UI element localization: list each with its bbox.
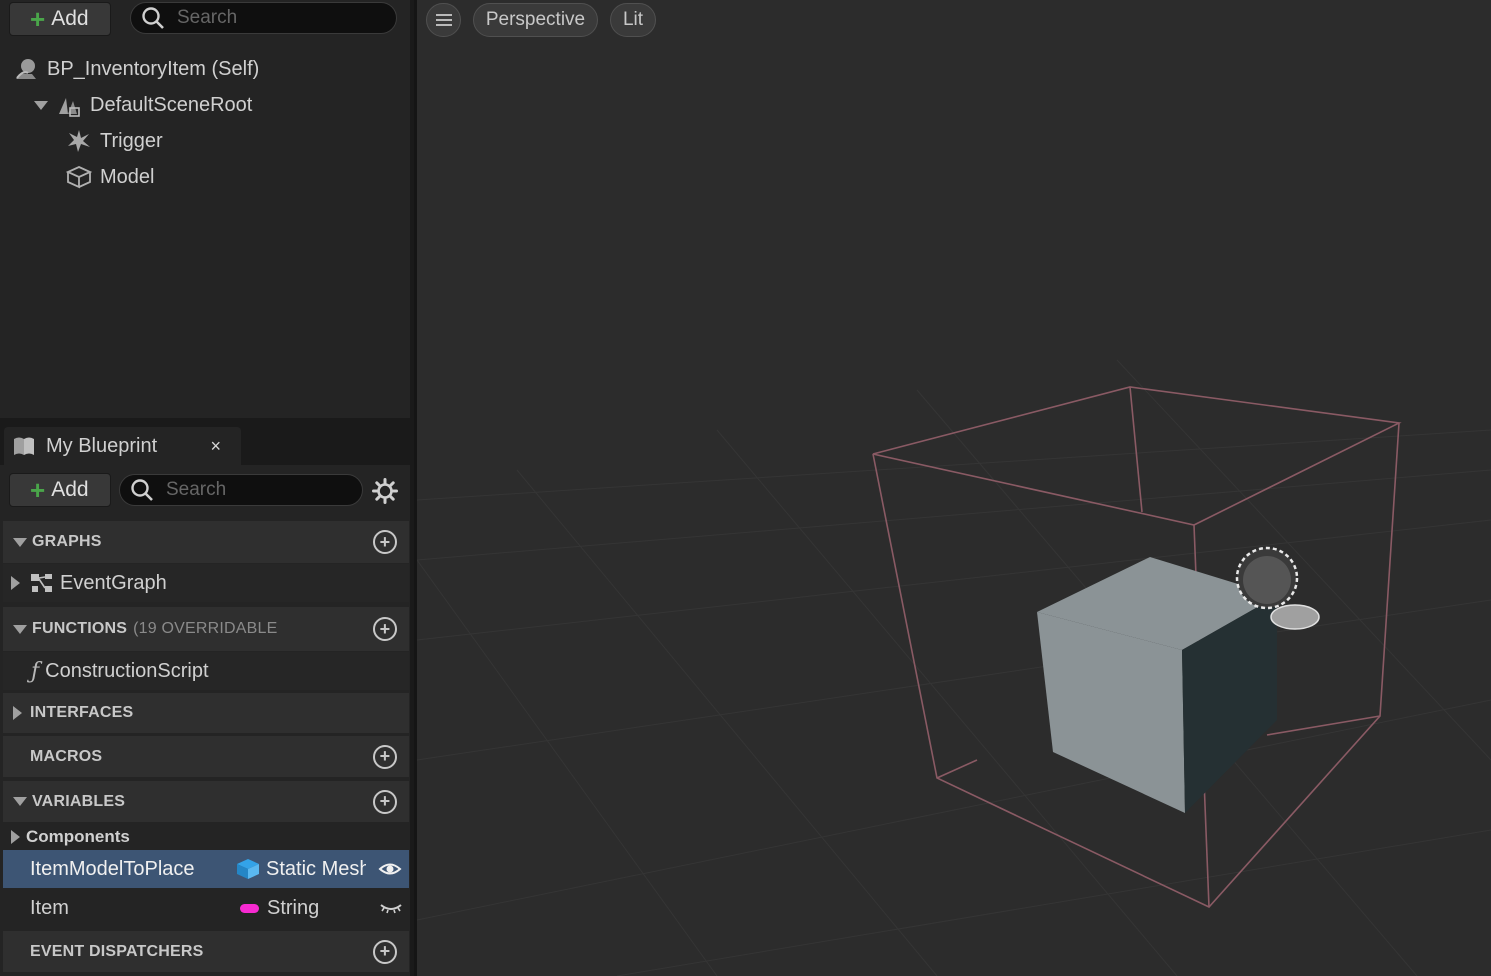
variable-item-itemmodeltoplace[interactable]: ItemModelToPlace Static Mesh	[3, 850, 409, 888]
event-graph-icon	[31, 574, 52, 592]
perspective-label: Perspective	[485, 9, 586, 30]
variable-category-label: Components	[26, 827, 130, 846]
plus-icon: +	[30, 4, 46, 34]
expand-arrow-icon	[11, 830, 20, 844]
section-interfaces[interactable]: INTERFACES	[3, 693, 409, 733]
section-variables-label: VARIABLES	[32, 792, 126, 810]
gear-icon[interactable]	[372, 478, 398, 504]
lit-view-mode-button[interactable]: Lit	[610, 3, 656, 37]
section-functions-label: FUNCTIONS	[32, 620, 128, 637]
blueprint-book-icon	[14, 437, 34, 455]
lit-label: Lit	[622, 9, 644, 30]
variable-name: Item	[30, 896, 69, 919]
tab-my-blueprint[interactable]: My Blueprint ×	[4, 427, 241, 465]
section-graphs-label: GRAPHS	[32, 533, 102, 550]
eye-closed-icon[interactable]	[379, 899, 403, 917]
components-search[interactable]	[130, 2, 397, 34]
collapse-arrow-icon	[13, 537, 27, 547]
tree-item-label: BP_InventoryItem (Self)	[47, 57, 260, 80]
string-type-pill-icon	[240, 903, 259, 913]
components-search-input[interactable]	[175, 6, 379, 30]
add-function-icon[interactable]: +	[373, 617, 397, 641]
collapse-arrow-icon	[34, 100, 48, 110]
search-icon	[142, 7, 164, 29]
static-mesh-type-icon	[237, 859, 259, 879]
tree-item-label: DefaultSceneRoot	[90, 93, 253, 116]
variable-type: Static Mesh	[266, 857, 366, 880]
expand-arrow-icon	[11, 576, 20, 590]
perspective-view-button[interactable]: Perspective	[473, 3, 598, 37]
add-component-label: Add	[51, 7, 89, 30]
expand-arrow-icon	[13, 706, 22, 720]
model-cube	[1037, 557, 1277, 813]
overridable-count: (19 OVERRIDABLE	[133, 620, 278, 637]
graph-item-label: EventGraph	[60, 571, 167, 594]
actor-icon	[16, 59, 36, 79]
variable-name: ItemModelToPlace	[30, 857, 195, 880]
variable-type: String	[267, 896, 320, 919]
viewport[interactable]: Perspective Lit	[417, 0, 1491, 976]
my-blueprint-search-input[interactable]	[164, 478, 348, 502]
function-item-constructionscript[interactable]: ƒ ConstructionScript	[3, 652, 409, 690]
collapse-arrow-icon	[13, 624, 27, 634]
viewport-menu-button[interactable]	[426, 3, 461, 37]
section-graphs[interactable]: GRAPHS +	[3, 521, 409, 563]
add-graph-icon[interactable]: +	[373, 530, 397, 554]
function-icon: ƒ	[31, 658, 40, 684]
close-icon[interactable]: ×	[210, 436, 221, 457]
section-interfaces-label: INTERFACES	[30, 704, 134, 721]
trigger-icon	[68, 130, 90, 152]
section-event-dispatchers-label: EVENT DISPATCHERS	[30, 942, 204, 960]
add-label: Add	[51, 478, 89, 501]
section-variables[interactable]: VARIABLES +	[3, 781, 409, 822]
add-macro-icon[interactable]: +	[373, 744, 397, 769]
collapse-arrow-icon	[13, 797, 27, 806]
section-event-dispatchers[interactable]: EVENT DISPATCHERS +	[3, 931, 409, 972]
tree-item-trigger[interactable]: Trigger	[66, 128, 163, 154]
tree-item-defaultsceneroot[interactable]: DefaultSceneRoot	[34, 92, 252, 118]
ground-grid	[417, 359, 1491, 976]
section-macros-label: MACROS	[30, 747, 103, 765]
tab-label: My Blueprint	[46, 434, 158, 457]
add-blueprint-member-button[interactable]: + Add	[9, 473, 111, 507]
viewport-scene	[417, 359, 1491, 976]
section-macros[interactable]: MACROS +	[3, 736, 409, 777]
components-panel: + Add BP_InventoryItem (Self)	[0, 0, 410, 418]
variable-item-item[interactable]: Item String	[3, 889, 409, 927]
add-variable-icon[interactable]: +	[373, 789, 397, 814]
tree-item-self[interactable]: BP_InventoryItem (Self)	[13, 56, 259, 82]
add-event-dispatcher-icon[interactable]: +	[373, 939, 397, 964]
graph-item-eventgraph[interactable]: EventGraph	[3, 564, 409, 602]
my-blueprint-search[interactable]	[119, 474, 363, 506]
add-component-button[interactable]: + Add	[9, 2, 111, 36]
static-mesh-icon	[66, 166, 92, 189]
tree-item-label: Trigger	[100, 129, 163, 152]
function-item-label: ConstructionScript	[45, 659, 209, 682]
tree-item-label: Model	[100, 165, 155, 188]
left-panel: + Add BP_InventoryItem (Self)	[0, 0, 414, 976]
search-icon	[131, 479, 153, 501]
scene-component-icon	[59, 98, 80, 117]
tree-item-model[interactable]: Model	[66, 164, 154, 190]
variable-category-components[interactable]: Components	[3, 824, 409, 850]
section-functions[interactable]: FUNCTIONS (19 OVERRIDABLE +	[3, 607, 409, 651]
eye-open-icon[interactable]	[378, 860, 402, 878]
hamburger-menu-icon	[435, 14, 452, 26]
plus-icon: +	[30, 475, 46, 505]
